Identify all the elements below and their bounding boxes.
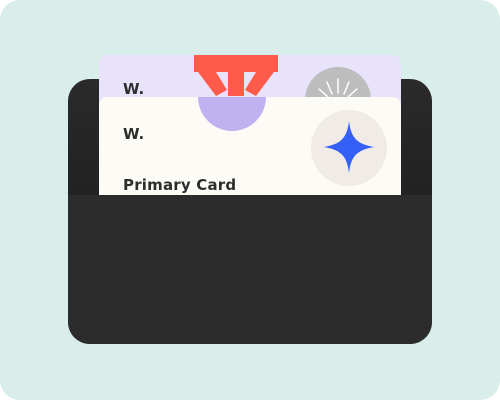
wallet-illustration: W. W. Primary Card	[0, 0, 500, 400]
wallet-pocket	[68, 195, 432, 344]
half-circle-shape	[198, 97, 266, 131]
